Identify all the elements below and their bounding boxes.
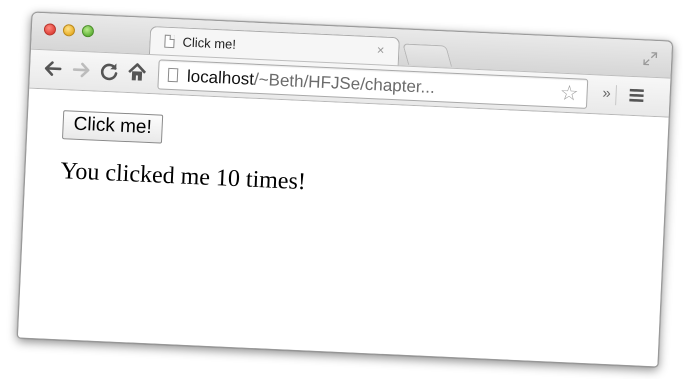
browser-window: Click me! × localhost/~Beth/HFJSe/chapte… (16, 11, 674, 368)
hamburger-menu-icon[interactable] (625, 84, 648, 107)
back-arrow-icon[interactable] (42, 57, 65, 80)
new-tab-button[interactable] (402, 43, 453, 67)
page-icon (167, 67, 179, 83)
url-host: localhost (186, 66, 255, 89)
page-icon (164, 34, 175, 49)
home-icon[interactable] (126, 61, 149, 84)
close-window-button[interactable] (43, 23, 57, 36)
page-content: Click me! You clicked me 10 times! (17, 88, 669, 367)
zoom-window-button[interactable] (81, 24, 95, 38)
forward-arrow-icon[interactable] (70, 58, 93, 81)
tab-title: Click me! (182, 34, 237, 52)
url-path: /~Beth/HFJSe/chapter... (253, 69, 436, 97)
star-icon[interactable]: ☆ (559, 81, 579, 107)
tab-close-icon[interactable]: × (376, 42, 384, 57)
fullscreen-icon[interactable] (643, 51, 658, 66)
minimize-window-button[interactable] (62, 24, 76, 37)
screenshot-stage: Click me! × localhost/~Beth/HFJSe/chapte… (0, 0, 683, 379)
reload-icon[interactable] (98, 60, 121, 83)
click-me-button[interactable]: Click me! (61, 110, 164, 144)
click-count-message: You clicked me 10 times! (59, 158, 307, 196)
url-text[interactable]: localhost/~Beth/HFJSe/chapter... (186, 67, 519, 102)
